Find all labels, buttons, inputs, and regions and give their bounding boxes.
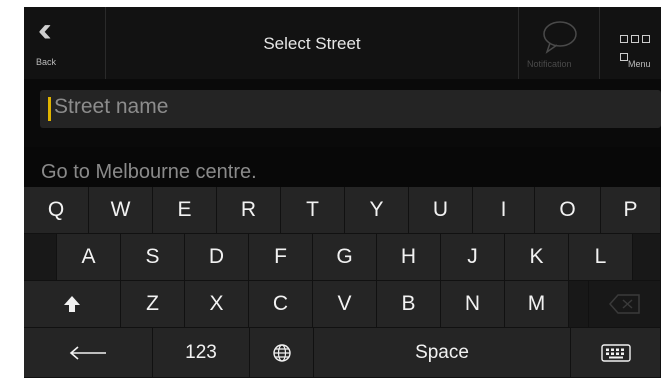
key-w[interactable]: W bbox=[89, 187, 153, 234]
left-arrow-key[interactable] bbox=[24, 328, 153, 378]
speech-bubble-icon bbox=[543, 21, 577, 54]
key-x[interactable]: X bbox=[185, 281, 249, 328]
page-title: Select Street bbox=[263, 34, 361, 53]
hide-keyboard-key[interactable] bbox=[571, 328, 661, 378]
street-search-field[interactable]: Street name bbox=[40, 90, 661, 128]
key-u[interactable]: U bbox=[409, 187, 473, 234]
double-chevron-left-icon: ‹‹ bbox=[38, 11, 51, 49]
language-key[interactable] bbox=[250, 328, 314, 378]
globe-icon bbox=[272, 343, 291, 362]
street-name-input[interactable]: Street name bbox=[54, 95, 168, 119]
suggestion-item[interactable]: Go to Melbourne centre. bbox=[24, 147, 661, 187]
backspace-key[interactable] bbox=[589, 281, 661, 328]
key-m[interactable]: M bbox=[505, 281, 569, 328]
key-k[interactable]: K bbox=[505, 234, 569, 281]
key-d[interactable]: D bbox=[185, 234, 249, 281]
key-v[interactable]: V bbox=[313, 281, 377, 328]
key-z[interactable]: Z bbox=[121, 281, 185, 328]
menu-button[interactable]: Menu bbox=[600, 7, 661, 79]
notification-label: Notification bbox=[527, 59, 572, 69]
key-n[interactable]: N bbox=[441, 281, 505, 328]
keyboard-row-1: Q W E R T Y U I O P bbox=[24, 187, 661, 234]
keyboard-spacer bbox=[24, 234, 57, 281]
key-p[interactable]: P bbox=[601, 187, 661, 234]
key-b[interactable]: B bbox=[377, 281, 441, 328]
menu-label: Menu bbox=[628, 59, 651, 69]
key-i[interactable]: I bbox=[473, 187, 535, 234]
keyboard-spacer bbox=[569, 281, 589, 328]
key-e[interactable]: E bbox=[153, 187, 217, 234]
shift-arrow-icon bbox=[64, 296, 80, 312]
notification-button[interactable]: Notification bbox=[518, 7, 600, 79]
back-button[interactable]: ‹‹ Back bbox=[24, 7, 106, 79]
key-g[interactable]: G bbox=[313, 234, 377, 281]
keyboard-icon bbox=[600, 343, 631, 362]
space-key[interactable]: Space bbox=[314, 328, 571, 378]
key-j[interactable]: J bbox=[441, 234, 505, 281]
top-bar: ‹‹ Back Select Street Notification Menu bbox=[24, 7, 661, 79]
key-c[interactable]: C bbox=[249, 281, 313, 328]
key-y[interactable]: Y bbox=[345, 187, 409, 234]
key-o[interactable]: O bbox=[535, 187, 601, 234]
on-screen-keyboard: Q W E R T Y U I O P A S D F G H J K L Z … bbox=[24, 187, 661, 378]
back-label: Back bbox=[36, 57, 57, 67]
keyboard-spacer bbox=[633, 234, 661, 281]
keyboard-row-4: 123 Space bbox=[24, 328, 661, 378]
text-cursor bbox=[48, 97, 51, 121]
suggestion-text: Go to Melbourne centre. bbox=[41, 161, 257, 183]
key-a[interactable]: A bbox=[57, 234, 121, 281]
key-f[interactable]: F bbox=[249, 234, 313, 281]
key-l[interactable]: L bbox=[569, 234, 633, 281]
keyboard-row-3: Z X C V B N M bbox=[24, 281, 661, 328]
key-h[interactable]: H bbox=[377, 234, 441, 281]
numbers-key[interactable]: 123 bbox=[153, 328, 250, 378]
keyboard-row-2: A S D F G H J K L bbox=[24, 234, 661, 281]
key-s[interactable]: S bbox=[121, 234, 185, 281]
shift-key[interactable] bbox=[24, 281, 121, 328]
left-arrow-icon bbox=[69, 345, 106, 360]
key-q[interactable]: Q bbox=[24, 187, 89, 234]
key-t[interactable]: T bbox=[281, 187, 345, 234]
key-r[interactable]: R bbox=[217, 187, 281, 234]
backspace-icon bbox=[608, 294, 640, 314]
app-screen: ‹‹ Back Select Street Notification Menu … bbox=[24, 7, 661, 378]
